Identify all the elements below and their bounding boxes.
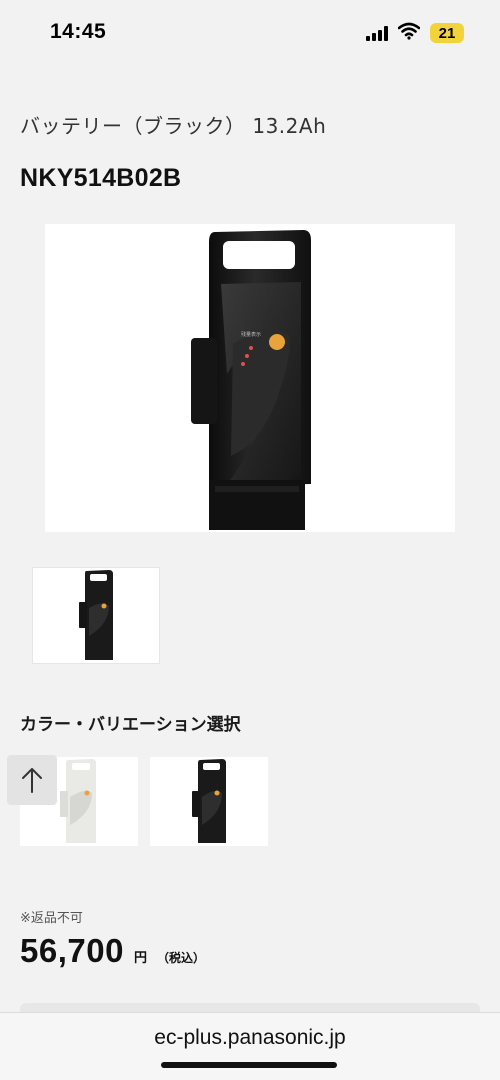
arrow-up-icon <box>22 768 42 793</box>
scroll-to-top-button[interactable] <box>7 755 57 805</box>
price-row: 56,700 円 （税込） <box>20 932 205 970</box>
price-tax-label: （税込） <box>156 951 205 965</box>
battery-thumbnail-image <box>79 570 113 660</box>
variation-section-title: カラー・バリエーション選択 <box>20 715 241 735</box>
product-code: NKY514B02B <box>20 164 182 192</box>
price-unit: 円 <box>133 951 147 966</box>
signal-icon <box>366 25 390 41</box>
product-thumbnail[interactable] <box>32 567 160 664</box>
home-indicator <box>161 1062 337 1068</box>
battery-pack-image: 残量表示 <box>191 230 311 530</box>
return-notice: ※返品不可 <box>20 911 83 926</box>
battery-icon: 21 <box>430 23 464 43</box>
variation-black-option[interactable] <box>150 757 268 846</box>
price-value: 56,700 <box>20 932 124 969</box>
black-battery-image <box>192 759 226 843</box>
status-time: 14:45 <box>50 20 107 43</box>
product-name: バッテリー（ブラック） 13.2Ah <box>20 114 327 138</box>
address-url[interactable]: ec-plus.panasonic.jp <box>0 1026 500 1050</box>
battery-label: 残量表示 <box>241 331 261 338</box>
product-main-image[interactable]: 残量表示 <box>45 224 455 532</box>
wifi-icon <box>398 22 420 40</box>
battery-level: 21 <box>438 24 456 42</box>
